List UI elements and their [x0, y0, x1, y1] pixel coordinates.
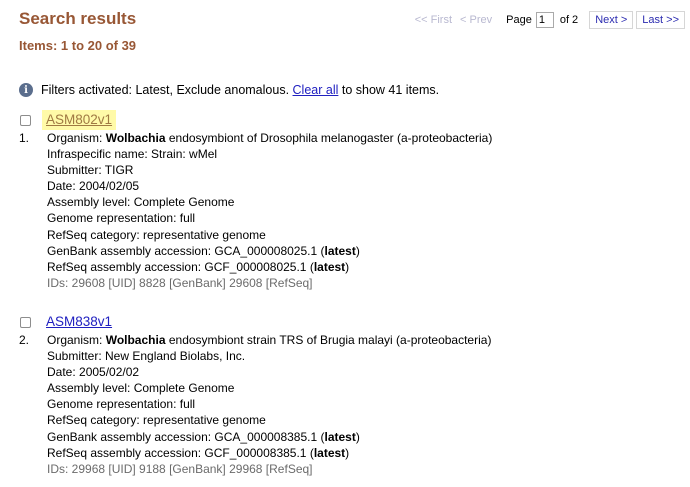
result-title-link[interactable]: ASM802v1	[42, 110, 117, 131]
result-number: 2.	[19, 333, 30, 347]
page-label: Page	[506, 14, 532, 26]
organism-line: Organism: Wolbachia endosymbiont of Dros…	[47, 131, 493, 145]
submitter-line: Submitter: New England Biolabs, Inc.	[47, 349, 246, 364]
result-checkbox[interactable]	[20, 317, 31, 328]
filters-notice: i Filters activated: Latest, Exclude ano…	[19, 83, 439, 97]
refseq-category-line: RefSeq category: representative genome	[47, 413, 266, 428]
date-line: Date: 2004/02/05	[47, 179, 140, 194]
page-number-input[interactable]	[535, 12, 554, 28]
submitter-line: Submitter: TIGR	[47, 163, 134, 178]
filters-after-text: to show 41 items.	[341, 83, 440, 97]
refseq-category-line: RefSeq category: representative genome	[47, 227, 266, 242]
date-line: Date: 2005/02/02	[47, 365, 140, 380]
filters-text: Filters activated: Latest, Exclude anoma…	[41, 83, 290, 97]
result-title-link[interactable]: ASM838v1	[46, 314, 112, 330]
genome-representation-line: Genome representation: full	[47, 211, 196, 226]
next-page-button[interactable]: Next >	[589, 11, 634, 29]
result-number: 1.	[19, 131, 30, 145]
items-count: Items: 1 to 20 of 39	[19, 38, 137, 53]
info-icon: i	[19, 83, 33, 97]
last-page-button[interactable]: Last >>	[636, 11, 685, 29]
clear-all-link[interactable]: Clear all	[293, 83, 339, 97]
assembly-level-line: Assembly level: Complete Genome	[47, 195, 235, 210]
page-title: Search results	[19, 9, 137, 28]
ids-line: IDs: 29968 [UID] 9188 [GenBank] 29968 [R…	[47, 461, 313, 476]
refseq-accession-line: RefSeq assembly accession: GCF_000008025…	[47, 259, 350, 274]
infraspecific-line: Infraspecific name: Strain: wMel	[47, 147, 218, 162]
assembly-level-line: Assembly level: Complete Genome	[47, 381, 235, 396]
pager: << First < Prev Page of 2 Next > Last >>	[415, 11, 685, 29]
genome-representation-line: Genome representation: full	[47, 397, 196, 412]
page-count: of 2	[559, 14, 579, 26]
ids-line: IDs: 29608 [UID] 8828 [GenBank] 29608 [R…	[47, 275, 313, 290]
genbank-accession-line: GenBank assembly accession: GCA_00000802…	[47, 243, 360, 258]
first-page-link: << First	[414, 14, 453, 26]
organism-line: Organism: Wolbachia endosymbiont strain …	[47, 333, 492, 347]
genbank-accession-line: GenBank assembly accession: GCA_00000838…	[47, 429, 360, 444]
refseq-accession-line: RefSeq assembly accession: GCF_000008385…	[47, 445, 350, 460]
result-checkbox[interactable]	[20, 115, 31, 126]
prev-page-link: < Prev	[460, 14, 493, 26]
